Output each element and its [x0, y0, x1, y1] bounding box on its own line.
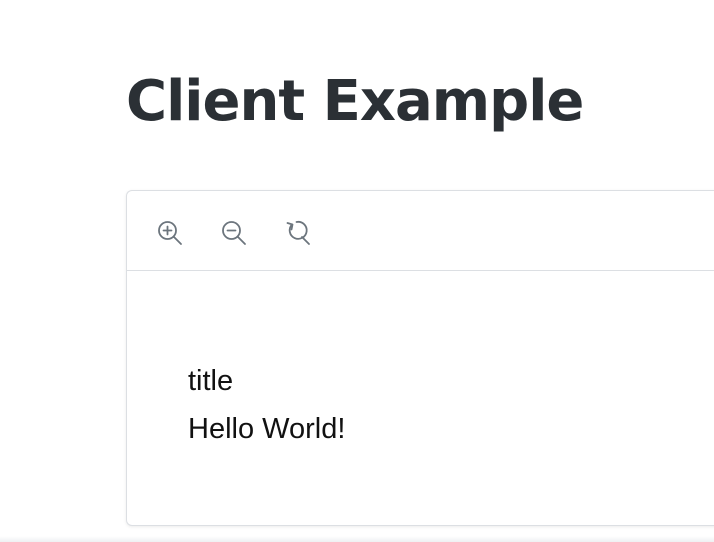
content-body: Hello World!: [188, 413, 346, 445]
viewer-toolbar: [127, 191, 714, 271]
zoom-out-icon: [222, 221, 246, 245]
zoom-in-icon: [158, 221, 182, 245]
content-title: title: [188, 365, 234, 397]
rotate-reset-icon: [286, 220, 310, 245]
page-bottom-divider: [0, 536, 714, 542]
viewer-content: title Hello World!: [188, 357, 345, 453]
zoom-in-button[interactable]: [154, 217, 186, 249]
reset-zoom-button[interactable]: [282, 217, 314, 249]
viewer-card: title Hello World!: [126, 190, 714, 526]
page-title: Client Example: [126, 69, 584, 134]
zoom-out-button[interactable]: [218, 217, 250, 249]
